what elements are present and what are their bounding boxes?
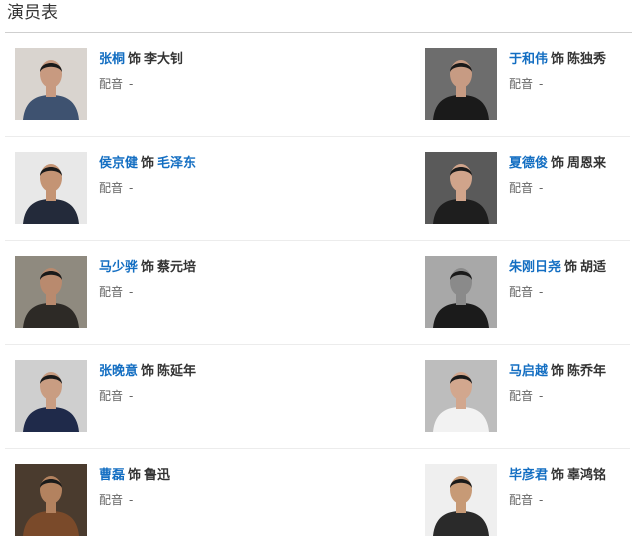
dub-label: 配音 — [509, 285, 534, 299]
dub-label: 配音 — [99, 181, 124, 195]
dub-value: - — [539, 77, 544, 91]
actor-photo[interactable] — [425, 360, 497, 432]
dub-value: - — [539, 285, 544, 299]
cast-info: 侯京健饰毛泽东 配音 - — [99, 154, 196, 197]
cast-info: 于和伟饰陈独秀 配音 - — [509, 50, 606, 93]
dub-label: 配音 — [99, 285, 124, 299]
cast-info: 毕彦君饰辜鸿铭 配音 - — [509, 466, 606, 509]
dub-value: - — [129, 285, 134, 299]
cast-row: 马少骅饰蔡元培 配音 - 朱刚日尧饰胡适 配音 - — [5, 241, 630, 345]
role-prefix: 饰 — [141, 260, 155, 275]
cast-line-dub: 配音 - — [509, 75, 606, 93]
cast-info: 朱刚日尧饰胡适 配音 - — [509, 258, 606, 301]
cast-line-dub: 配音 - — [509, 387, 606, 405]
actor-photo[interactable] — [425, 464, 497, 536]
cast-line-dub: 配音 - — [99, 75, 183, 93]
dub-label: 配音 — [509, 389, 534, 403]
role-name-link[interactable]: 毛泽东 — [157, 156, 196, 171]
actor-photo[interactable] — [15, 152, 87, 224]
cast-info: 夏德俊饰周恩来 配音 - — [509, 154, 606, 197]
cast-line-dub: 配音 - — [99, 179, 196, 197]
actor-name-link[interactable]: 马启越 — [509, 364, 548, 379]
role-prefix: 饰 — [141, 156, 155, 171]
dub-value: - — [129, 493, 134, 507]
dub-label: 配音 — [99, 389, 124, 403]
dub-value: - — [539, 181, 544, 195]
dub-value: - — [129, 181, 134, 195]
role-name: 蔡元培 — [157, 260, 197, 275]
role-prefix: 饰 — [551, 156, 565, 171]
cast-list: 张桐饰李大钊 配音 - 于和伟饰陈独秀 配音 - 侯京健饰毛泽东 配音 - 夏德俊饰周恩来 配音 - 马… — [0, 33, 634, 552]
dub-value: - — [539, 493, 544, 507]
cast-line-role: 朱刚日尧饰胡适 — [509, 258, 606, 278]
actor-photo[interactable] — [15, 48, 87, 120]
actor-photo[interactable] — [15, 464, 87, 536]
cast-row: 侯京健饰毛泽东 配音 - 夏德俊饰周恩来 配音 - — [5, 137, 630, 241]
role-prefix: 饰 — [551, 364, 565, 379]
dub-label: 配音 — [99, 77, 124, 91]
cast-line-dub: 配音 - — [99, 491, 170, 509]
cast-line-role: 张晚意饰陈延年 — [99, 362, 196, 382]
role-name: 周恩来 — [567, 156, 607, 171]
actor-photo[interactable] — [425, 256, 497, 328]
role-name: 胡适 — [580, 260, 607, 275]
dub-label: 配音 — [99, 493, 124, 507]
cast-row: 张晚意饰陈延年 配音 - 马启越饰陈乔年 配音 - — [5, 345, 630, 449]
cast-line-dub: 配音 - — [509, 283, 606, 301]
actor-photo[interactable] — [15, 256, 87, 328]
dub-value: - — [129, 389, 134, 403]
cast-row: 张桐饰李大钊 配音 - 于和伟饰陈独秀 配音 - — [5, 33, 630, 137]
role-name: 陈延年 — [157, 364, 197, 379]
actor-name-link[interactable]: 于和伟 — [509, 52, 548, 67]
cast-line-role: 夏德俊饰周恩来 — [509, 154, 606, 174]
dub-label: 配音 — [509, 493, 534, 507]
cast-info: 张晚意饰陈延年 配音 - — [99, 362, 196, 405]
cast-line-dub: 配音 - — [509, 179, 606, 197]
cast-info: 马启越饰陈乔年 配音 - — [509, 362, 606, 405]
cast-line-dub: 配音 - — [509, 491, 606, 509]
role-prefix: 饰 — [128, 468, 142, 483]
actor-name-link[interactable]: 曹磊 — [99, 468, 125, 483]
cast-line-role: 马启越饰陈乔年 — [509, 362, 606, 382]
role-name: 鲁迅 — [144, 468, 171, 483]
role-name: 辜鸿铭 — [567, 468, 607, 483]
cast-line-role: 侯京健饰毛泽东 — [99, 154, 196, 174]
role-prefix: 饰 — [551, 468, 565, 483]
actor-name-link[interactable]: 夏德俊 — [509, 156, 548, 171]
role-name: 陈乔年 — [567, 364, 607, 379]
section-title: 演员表 — [7, 3, 58, 23]
cast-line-role: 张桐饰李大钊 — [99, 50, 183, 70]
cast-info: 马少骅饰蔡元培 配音 - — [99, 258, 196, 301]
role-prefix: 饰 — [564, 260, 578, 275]
role-name: 陈独秀 — [567, 52, 607, 67]
cast-line-role: 毕彦君饰辜鸿铭 — [509, 466, 606, 486]
actor-name-link[interactable]: 张晚意 — [99, 364, 138, 379]
cast-line-role: 曹磊饰鲁迅 — [99, 466, 170, 486]
cast-info: 曹磊饰鲁迅配音 - — [99, 466, 170, 509]
cast-line-dub: 配音 - — [99, 387, 196, 405]
role-prefix: 饰 — [128, 52, 142, 67]
actor-name-link[interactable]: 马少骅 — [99, 260, 138, 275]
actor-name-link[interactable]: 张桐 — [99, 52, 125, 67]
role-prefix: 饰 — [551, 52, 565, 67]
cast-line-role: 马少骅饰蔡元培 — [99, 258, 196, 278]
actor-photo[interactable] — [425, 152, 497, 224]
cast-line-role: 于和伟饰陈独秀 — [509, 50, 606, 70]
actor-photo[interactable] — [15, 360, 87, 432]
role-name: 李大钊 — [144, 52, 184, 67]
role-prefix: 饰 — [141, 364, 155, 379]
actor-name-link[interactable]: 侯京健 — [99, 156, 138, 171]
cast-line-dub: 配音 - — [99, 283, 196, 301]
dub-value: - — [539, 389, 544, 403]
cast-row: 曹磊饰鲁迅 配音 - 毕彦君饰辜鸿铭 配音 - — [5, 449, 630, 552]
cast-info: 张桐饰李大钊 配音 - — [99, 50, 183, 93]
dub-label: 配音 — [509, 77, 534, 91]
actor-name-link[interactable]: 毕彦君 — [509, 468, 548, 483]
actor-name-link[interactable]: 朱刚日尧 — [509, 260, 561, 275]
actor-photo[interactable] — [425, 48, 497, 120]
dub-label: 配音 — [509, 181, 534, 195]
dub-value: - — [129, 77, 134, 91]
